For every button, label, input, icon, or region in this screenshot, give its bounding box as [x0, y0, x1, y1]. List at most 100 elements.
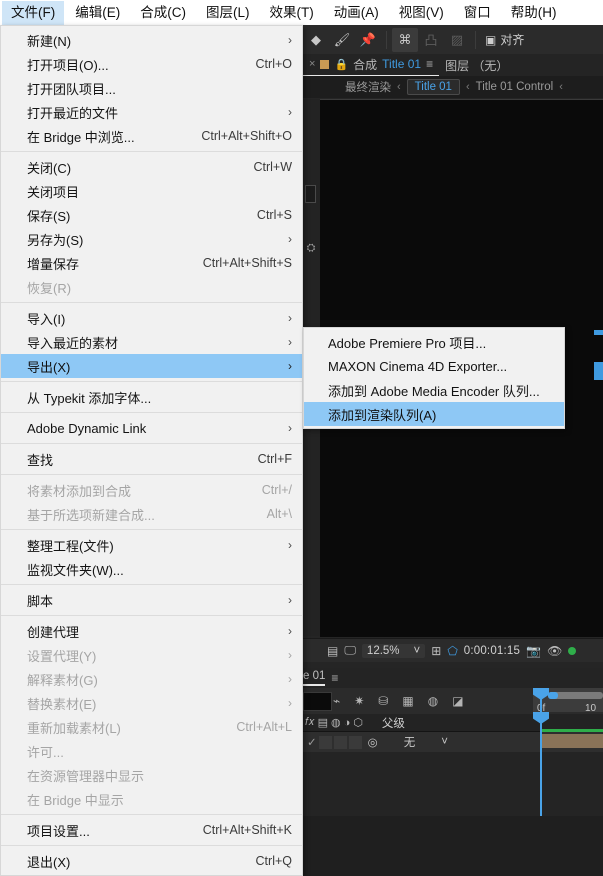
snapshot-camera-icon[interactable]: 📷 — [526, 644, 541, 658]
breadcrumb-control[interactable]: Title 01 Control — [476, 81, 554, 93]
file-menu-item-shortcut-5: Ctrl+W — [253, 160, 292, 174]
menu-bar[interactable]: 文件(F) 编辑(E) 合成(C) 图层(L) 效果(T) 动画(A) 视图(V) 窗口 帮助(… — [0, 0, 603, 25]
breadcrumb[interactable]: 最终渲染 ‹ Title 01 ‹ Title 01 Control ‹ — [303, 76, 603, 98]
menubar-item-3[interactable]: 图层(L) — [197, 1, 259, 25]
zoom-select[interactable]: 12.5% ˅ — [361, 643, 426, 658]
file-menu-item-7[interactable]: 保存(S) Ctrl+S — [1, 203, 302, 227]
menubar-item-1[interactable]: 编辑(E) — [66, 1, 129, 25]
shy-layers-icon[interactable]: ◍ — [428, 694, 438, 708]
menubar-item-7[interactable]: 窗口 — [455, 1, 500, 25]
anchor-point-icon[interactable]: ⌘ — [392, 27, 418, 52]
mask-tool-icon[interactable]: 凸 — [418, 28, 444, 52]
export-submenu[interactable]: Adobe Premiere Pro 项目... MAXON Cinema 4D … — [303, 327, 565, 429]
puppet-pin-icon[interactable]: 📌 — [355, 28, 381, 52]
layers-stack-icon[interactable]: ▤ — [327, 644, 338, 658]
transparency-grid-icon[interactable]: ⬠ — [447, 644, 457, 658]
file-menu-item-shortcut-30: Ctrl+Alt+Shift+K — [202, 823, 292, 837]
export-submenu-item-1[interactable]: MAXON Cinema 4D Exporter... — [304, 354, 564, 378]
graph-icon[interactable]: ◪ — [452, 694, 463, 708]
file-menu-item-4[interactable]: 在 Bridge 中浏览... Ctrl+Alt+Shift+O — [1, 124, 302, 148]
export-submenu-item-0[interactable]: Adobe Premiere Pro 项目... — [304, 330, 564, 354]
file-menu-item-0[interactable]: 新建(N) › — [1, 28, 302, 52]
graph-editor-icon[interactable]: ⌁ — [333, 694, 340, 708]
parent-pickwhip-icon[interactable]: ◎ — [368, 735, 378, 749]
file-menu-dropdown[interactable]: 新建(N) › 打开项目(O)... Ctrl+O 打开团队项目... 打开最近的文件 › 在… — [0, 25, 303, 876]
layer-switch-2[interactable] — [333, 735, 347, 749]
chevron-left-icon: ‹ — [397, 81, 401, 93]
timeline-tab-label[interactable]: e 01 — [303, 670, 326, 686]
frame-blend-icon[interactable]: ▦ — [402, 694, 413, 708]
file-menu-item-19[interactable]: 整理工程(文件) › — [1, 533, 302, 557]
file-menu-item-label-19: 整理工程(文件) — [27, 538, 114, 554]
layer-styles-icon: ▤ — [317, 717, 328, 729]
current-timecode[interactable]: 0:00:01:15 — [464, 645, 520, 657]
file-menu-item-label-24: 解释素材(G) — [27, 672, 98, 688]
viewer-bottom-bar[interactable]: ▤ 🖵 12.5% ˅ ⊞ ⬠ 0:00:01:15 📷 👁 — [303, 638, 603, 662]
file-menu-item-16[interactable]: 查找 Ctrl+F — [1, 447, 302, 471]
menubar-item-6[interactable]: 视图(V) — [390, 1, 453, 25]
file-menu-item-label-9: 增量保存 — [27, 256, 80, 272]
file-menu-item-11[interactable]: 导入(I) › — [1, 306, 302, 330]
file-menu-item-13[interactable]: 导出(X) › — [1, 354, 302, 378]
file-menu-item-6[interactable]: 关闭项目 — [1, 179, 302, 203]
file-menu-item-21[interactable]: 脚本 › — [1, 588, 302, 612]
breadcrumb-active-comp[interactable]: Title 01 — [406, 79, 460, 95]
motion-blur-icon[interactable]: ✷ — [354, 694, 364, 708]
menubar-item-4[interactable]: 效果(T) — [261, 1, 323, 25]
file-menu-item-22[interactable]: 创建代理 › — [1, 619, 302, 643]
chevron-down-icon: ˅ — [413, 644, 421, 657]
export-submenu-item-2[interactable]: 添加到 Adobe Media Encoder 队列... — [304, 378, 564, 402]
file-menu-item-shortcut-4: Ctrl+Alt+Shift+O — [201, 129, 292, 143]
file-menu-item-30[interactable]: 项目设置... Ctrl+Alt+Shift+K — [1, 818, 302, 842]
export-submenu-item-3[interactable]: 添加到渲染队列(A) — [304, 402, 564, 426]
lock-icon[interactable]: 🔒 — [334, 58, 348, 71]
menu-separator-29 — [1, 814, 302, 815]
file-menu-item-27: 许可... — [1, 739, 302, 763]
chevron-right-icon-0: › — [288, 33, 292, 47]
file-menu-item-1[interactable]: 打开项目(O)... Ctrl+O — [1, 52, 302, 76]
file-menu-item-2[interactable]: 打开团队项目... — [1, 76, 302, 100]
file-menu-item-3[interactable]: 打开最近的文件 › — [1, 100, 302, 124]
tab-composition[interactable]: × 🔒 合成 Title 01 ≡ — [303, 53, 440, 77]
chevron-left-icon-2: ‹ — [465, 81, 470, 93]
align-panel-button[interactable]: ▣ 对齐 — [485, 31, 524, 48]
fx-icon: 𝑓𝑥 — [305, 716, 315, 728]
menubar-item-8[interactable]: 帮助(H) — [502, 1, 566, 25]
file-menu-item-5[interactable]: 关闭(C) Ctrl+W — [1, 155, 302, 179]
panel-menu-icon[interactable]: ≡ — [426, 57, 433, 71]
roto-brush-icon[interactable]: 🖌 — [329, 28, 355, 52]
file-menu-item-8[interactable]: 另存为(S) › — [1, 227, 302, 251]
file-menu-item-14[interactable]: 从 Typekit 添加字体... — [1, 385, 302, 409]
parent-select[interactable]: ◎ 无 ˅ — [368, 734, 448, 750]
show-snapshot-icon[interactable]: 👁 — [547, 644, 562, 658]
menubar-item-0[interactable]: 文件(F) — [2, 0, 65, 25]
close-icon[interactable]: × — [309, 58, 315, 70]
current-time-indicator[interactable] — [540, 688, 542, 816]
breadcrumb-final-render[interactable]: 最终渲染 — [345, 79, 391, 95]
menubar-item-5[interactable]: 动画(A) — [325, 1, 388, 25]
timeline-color-swatch[interactable] — [303, 692, 332, 711]
rotate-brush-icon[interactable]: ◆ — [303, 28, 329, 52]
monitor-icon[interactable]: 🖵 — [344, 643, 356, 658]
file-menu-item-20[interactable]: 监视文件夹(W)... — [1, 557, 302, 581]
layer-switch-1[interactable] — [318, 735, 332, 749]
composition-panel-tabs[interactable]: × 🔒 合成 Title 01 ≡ 图层 （无） — [303, 53, 603, 77]
menubar-item-2[interactable]: 合成(C) — [131, 1, 195, 25]
tools-toolbar[interactable]: ◆ 🖌 📌 ⌘ 凸 ▨ ▣ 对齐 — [303, 25, 603, 55]
region-of-interest-icon[interactable]: ⊞ — [431, 644, 441, 658]
3d-renderer-icon[interactable]: ⛁ — [378, 694, 388, 708]
viewer-thumb-box — [305, 185, 316, 203]
timeline-body[interactable] — [303, 752, 603, 816]
file-menu-item-9[interactable]: 增量保存 Ctrl+Alt+Shift+S — [1, 251, 302, 275]
layer-duration-bar[interactable] — [541, 734, 603, 748]
timeline-menu-icon[interactable]: ≡ — [331, 671, 338, 685]
timeline-zoom-scrollbar[interactable] — [548, 692, 603, 699]
timeline-panel-tabs[interactable]: e 01 ≡ — [303, 668, 603, 688]
shape-tool-icon[interactable]: ▨ — [444, 28, 470, 52]
file-menu-item-12[interactable]: 导入最近的素材 › — [1, 330, 302, 354]
layer-switch-3[interactable] — [348, 735, 362, 749]
composition-mini-flowchart-icon[interactable]: ⛭ — [303, 240, 319, 256]
file-menu-item-15[interactable]: Adobe Dynamic Link › — [1, 416, 302, 440]
tab-layer[interactable]: 图层 （无） — [439, 54, 514, 76]
file-menu-item-31[interactable]: 退出(X) Ctrl+Q — [1, 849, 302, 873]
